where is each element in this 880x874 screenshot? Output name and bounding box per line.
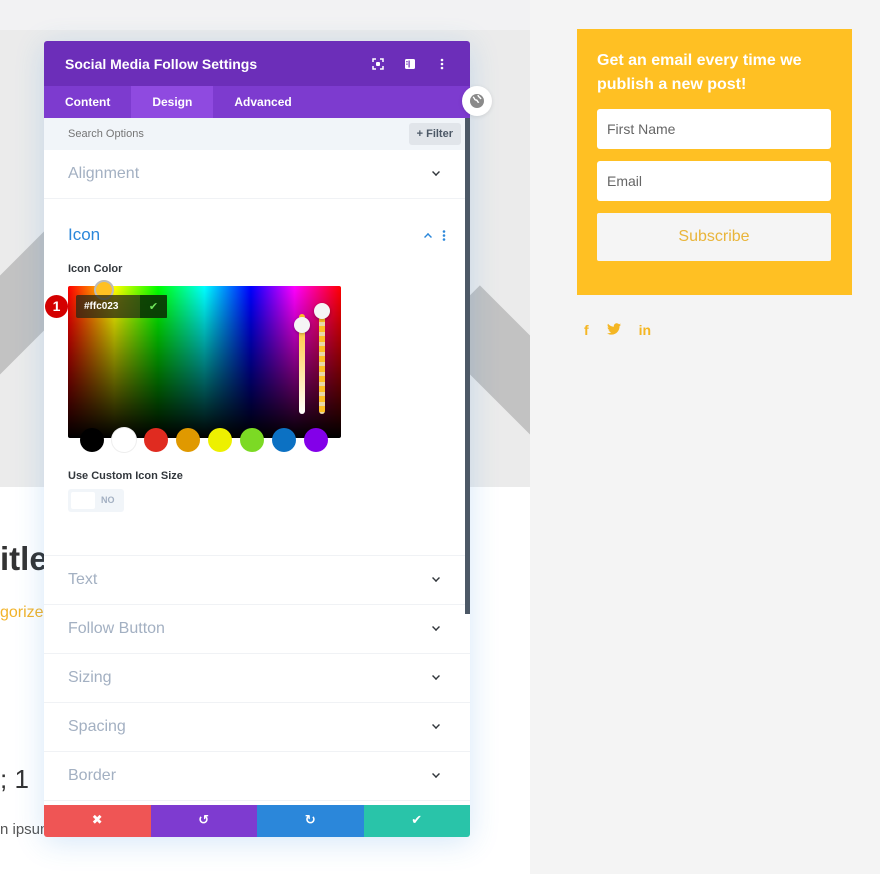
filter-button[interactable]: + Filter xyxy=(408,123,461,145)
post-heading: ; 1 xyxy=(0,764,29,794)
undo-icon: ↺ xyxy=(198,813,210,828)
color-swatch[interactable] xyxy=(240,428,264,452)
first-name-field[interactable]: First Name xyxy=(597,109,831,149)
email-optin: Get an email every time we publish a new… xyxy=(577,29,852,295)
hex-value[interactable]: #ffc023 xyxy=(76,295,140,318)
email-field[interactable]: Email xyxy=(597,161,831,201)
color-swatch[interactable] xyxy=(80,428,104,452)
section-title: Follow Button xyxy=(68,620,165,637)
search-options-input[interactable] xyxy=(68,128,409,140)
settings-scroll-area: Alignment Icon Icon Color #ffc023 ✔ Use … xyxy=(44,150,470,805)
section-title[interactable]: Icon xyxy=(68,225,424,245)
hex-confirm-icon[interactable]: ✔ xyxy=(140,295,167,318)
section-follow-button[interactable]: Follow Button xyxy=(44,605,470,654)
color-swatch[interactable] xyxy=(304,428,328,452)
undo-button[interactable]: ↺ xyxy=(150,805,257,837)
globe-icon[interactable] xyxy=(462,86,492,116)
color-swatch[interactable] xyxy=(208,428,232,452)
settings-modal: Social Media Follow Settings Content Des… xyxy=(44,41,470,837)
save-button[interactable]: ✔ xyxy=(363,805,470,837)
close-icon: ✖ xyxy=(91,813,103,828)
expand-icon[interactable] xyxy=(371,57,385,71)
opacity-slider-handle[interactable] xyxy=(314,303,330,319)
custom-icon-size-toggle[interactable]: NO xyxy=(68,489,124,512)
redo-icon: ↻ xyxy=(304,813,316,828)
section-text[interactable]: Text xyxy=(44,556,470,605)
color-swatches xyxy=(68,428,328,452)
chevron-down-icon xyxy=(432,574,440,582)
optin-title: Get an email every time we publish a new… xyxy=(597,52,802,93)
check-icon: ✔ xyxy=(411,813,423,828)
section-title: Spacing xyxy=(68,718,126,735)
redo-button[interactable]: ↻ xyxy=(257,805,364,837)
tab-design[interactable]: Design xyxy=(131,86,214,118)
step-marker-badge: 1 xyxy=(45,295,68,318)
section-alignment[interactable]: Alignment xyxy=(44,150,470,199)
split-view-icon[interactable] xyxy=(403,57,417,71)
section-title: Sizing xyxy=(68,669,112,686)
discard-button[interactable]: ✖ xyxy=(44,805,151,837)
chevron-down-icon xyxy=(432,623,440,631)
twitter-icon[interactable] xyxy=(606,322,621,338)
custom-icon-size-label: Use Custom Icon Size xyxy=(68,470,183,482)
modal-title: Social Media Follow Settings xyxy=(65,55,258,72)
post-title: itle xyxy=(0,540,48,577)
modal-tabs: Content Design Advanced xyxy=(44,86,470,118)
chevron-down-icon xyxy=(432,770,440,778)
color-swatch[interactable] xyxy=(112,428,136,452)
section-title: Border xyxy=(68,767,117,784)
tab-advanced[interactable]: Advanced xyxy=(213,86,312,118)
icon-color-label: Icon Color xyxy=(68,263,123,275)
section-border[interactable]: Border xyxy=(44,752,470,801)
toggle-knob xyxy=(71,492,95,509)
opacity-slider[interactable] xyxy=(319,306,325,414)
saturation-slider-handle[interactable] xyxy=(294,317,310,333)
section-title: Text xyxy=(68,571,98,588)
chevron-down-icon xyxy=(432,672,440,680)
tab-content[interactable]: Content xyxy=(44,86,131,118)
section-title: Alignment xyxy=(68,165,140,182)
scrollbar[interactable] xyxy=(465,118,470,614)
color-picker-gradient[interactable]: #ffc023 ✔ xyxy=(68,280,341,438)
facebook-icon[interactable]: f xyxy=(584,322,589,338)
color-swatch[interactable] xyxy=(144,428,168,452)
section-spacing[interactable]: Spacing xyxy=(44,703,470,752)
color-swatch[interactable] xyxy=(176,428,200,452)
modal-footer: ✖ ↺ ↻ ✔ xyxy=(44,805,470,837)
modal-header: Social Media Follow Settings xyxy=(44,41,470,86)
more-options-icon[interactable] xyxy=(435,57,449,71)
social-follow: f in xyxy=(584,322,651,338)
subscribe-button[interactable]: Subscribe xyxy=(597,213,831,261)
section-options-icon[interactable] xyxy=(442,229,446,241)
color-swatch[interactable] xyxy=(272,428,296,452)
toggle-state: NO xyxy=(101,495,115,505)
chevron-down-icon xyxy=(432,721,440,729)
chevron-up-icon[interactable] xyxy=(424,233,432,241)
linkedin-icon[interactable]: in xyxy=(639,322,651,338)
section-sizing[interactable]: Sizing xyxy=(44,654,470,703)
chevron-down-icon xyxy=(432,168,440,176)
hex-input[interactable]: #ffc023 ✔ xyxy=(76,295,167,318)
section-icon: Icon Icon Color #ffc023 ✔ Use Custom Ico… xyxy=(44,199,470,556)
search-bar: + Filter xyxy=(44,118,470,150)
